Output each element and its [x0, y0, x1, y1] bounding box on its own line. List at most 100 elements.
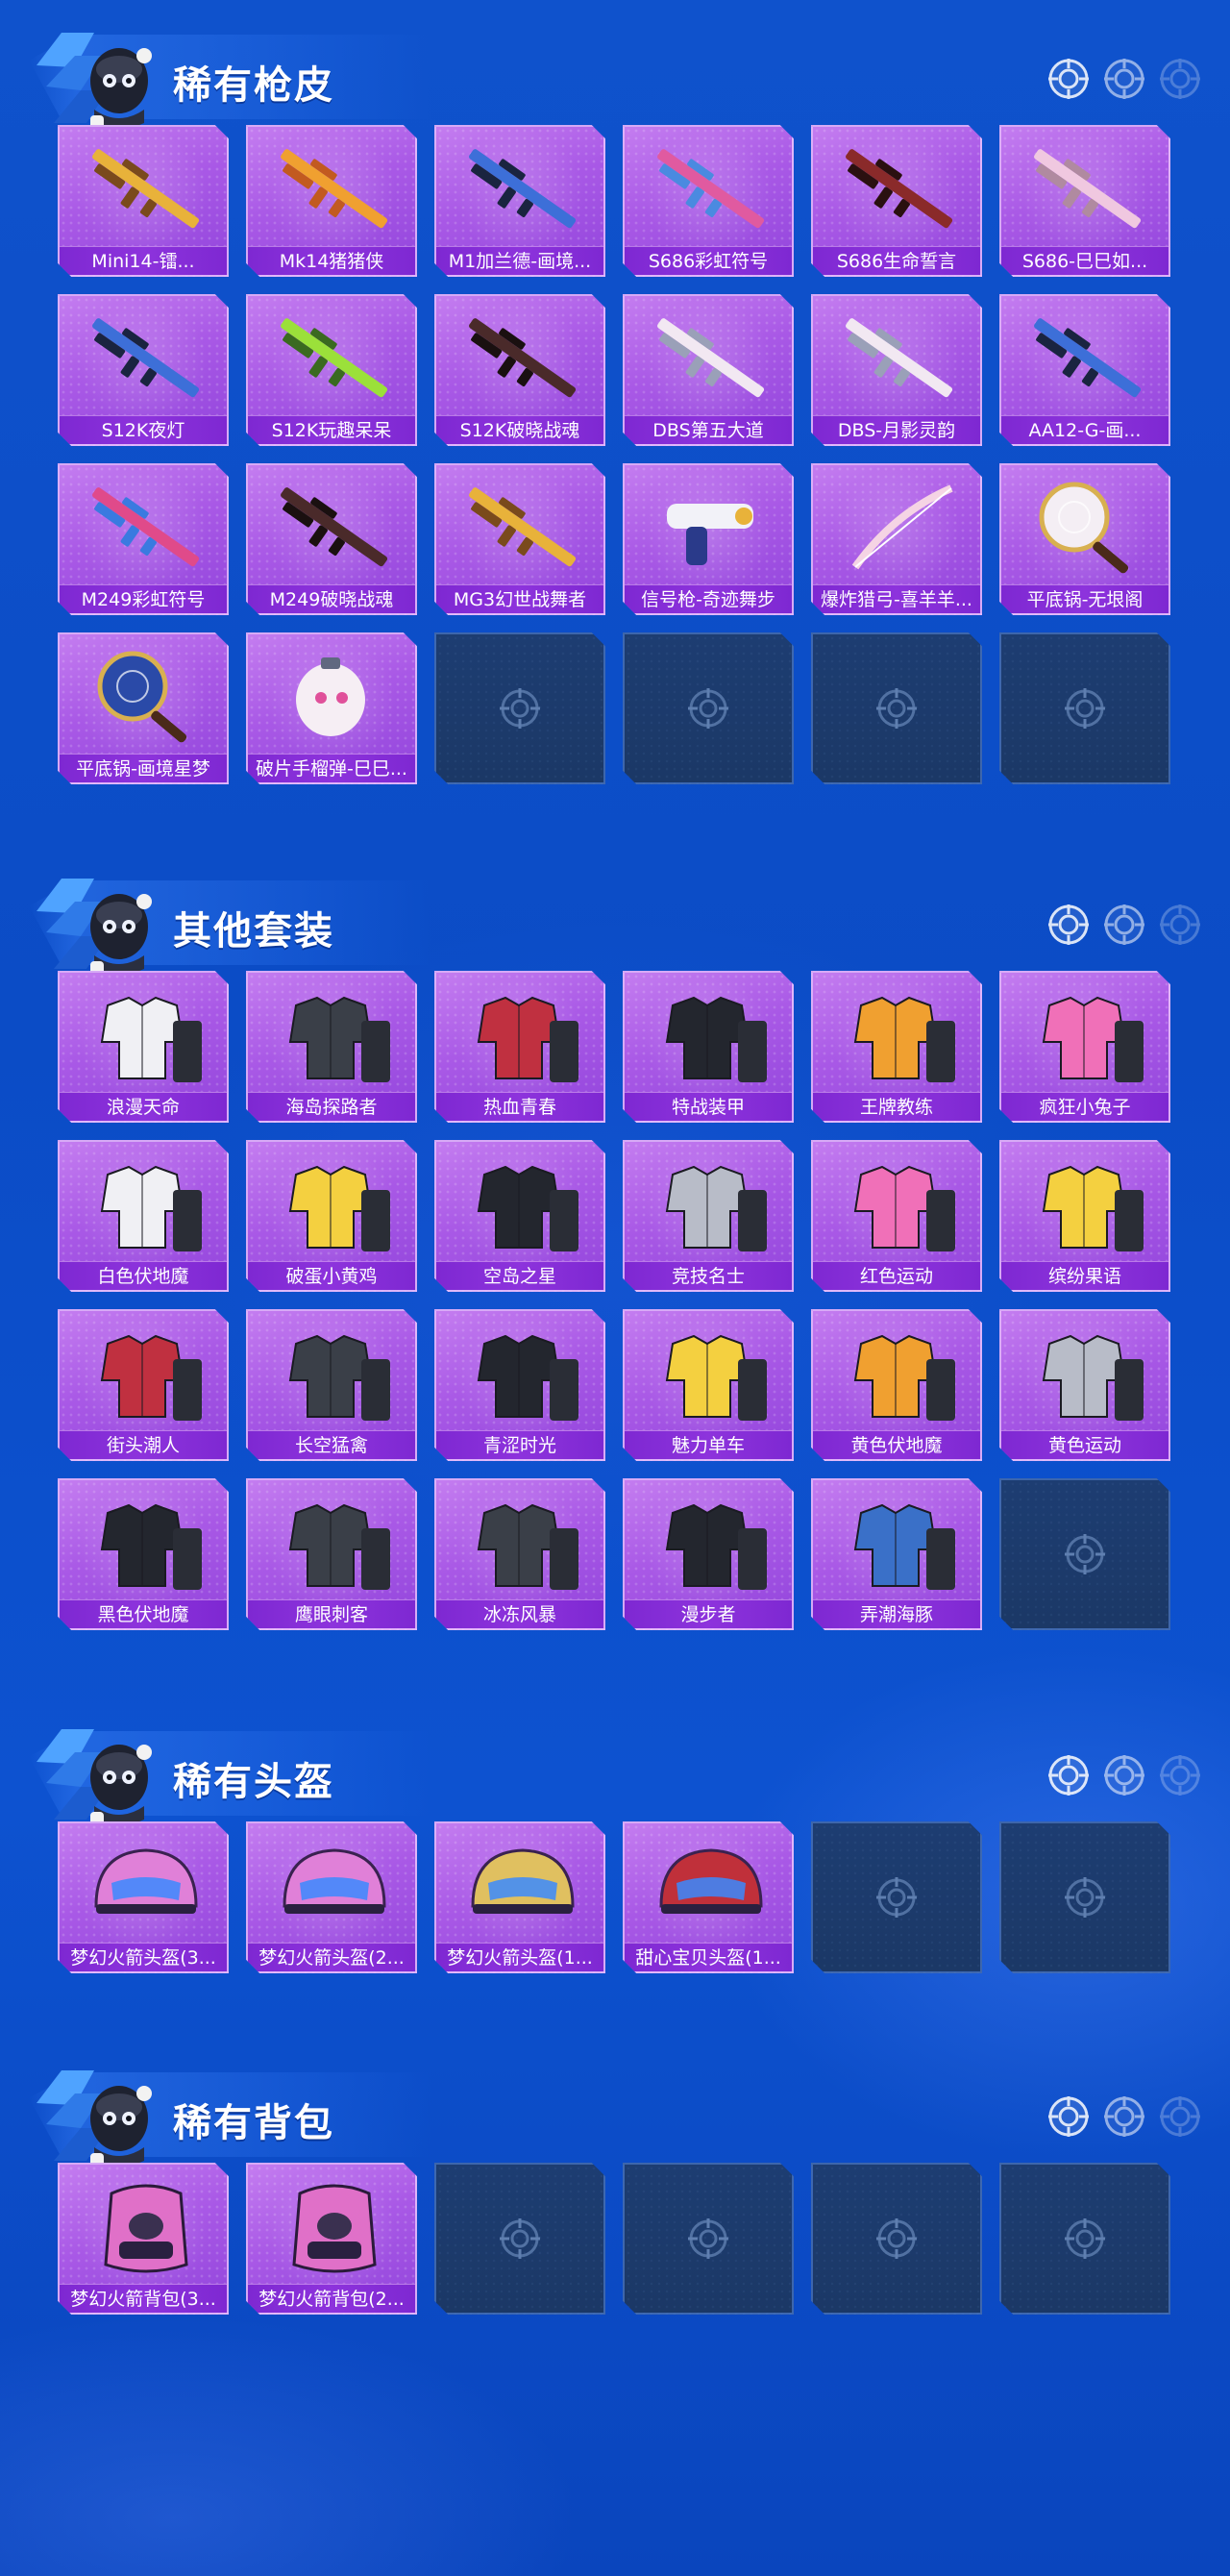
- item-slot[interactable]: 漫步者: [623, 1478, 794, 1630]
- item-slot[interactable]: 竞技名士: [623, 1140, 794, 1292]
- item-slot[interactable]: 白色伏地魔: [58, 1140, 229, 1292]
- item-slot[interactable]: M249破晓战魂: [246, 463, 417, 615]
- section-2: 其他套装 浪漫天命 海岛探路者 热血青春 特战装甲 王牌教练 疯狂小兔子 白色伏地魔 破蛋小黄鸡…: [0, 846, 1230, 1630]
- pan-blue-icon: [97, 651, 187, 743]
- crosshair-icon: [1160, 2096, 1200, 2137]
- item-label: 疯狂小兔子: [1001, 1092, 1168, 1121]
- item-slot[interactable]: 魅力单车: [623, 1309, 794, 1461]
- item-slot[interactable]: M1加兰德-画境...: [434, 125, 605, 277]
- item-slot[interactable]: 浪漫天命: [58, 971, 229, 1123]
- item-slot[interactable]: 梦幻火箭背包(2...: [246, 2163, 417, 2315]
- crosshair-icon: [1104, 1755, 1144, 1796]
- pan-white-icon: [1039, 482, 1129, 574]
- item-slot[interactable]: 弄潮海豚: [811, 1478, 982, 1630]
- item-label: 梦幻火箭背包(3...: [60, 2284, 227, 2313]
- item-slot[interactable]: S12K玩趣呆呆: [246, 294, 417, 446]
- item-label: 弄潮海豚: [813, 1599, 980, 1628]
- item-label: M249彩虹符号: [60, 584, 227, 613]
- item-slot[interactable]: S12K破晓战魂: [434, 294, 605, 446]
- item-slot[interactable]: S686彩虹符号: [623, 125, 794, 277]
- crosshair-decorations: [1047, 904, 1201, 946]
- item-slot[interactable]: 街头潮人: [58, 1309, 229, 1461]
- item-label: 漫步者: [625, 1599, 792, 1628]
- item-slot[interactable]: 王牌教练: [811, 971, 982, 1123]
- section-header: 稀有头盔: [0, 1697, 1230, 1827]
- item-grid: 浪漫天命 海岛探路者 热血青春 特战装甲 王牌教练 疯狂小兔子白色伏地魔 破蛋小黄鸡 空岛之星…: [58, 971, 1172, 1630]
- item-slot[interactable]: 长空猛禽: [246, 1309, 417, 1461]
- item-slot[interactable]: 甜心宝贝头盔(1...: [623, 1821, 794, 1973]
- mascot-icon: [37, 33, 152, 131]
- crosshair-icon: [1160, 1755, 1200, 1796]
- item-grid: 梦幻火箭背包(3... 梦幻火箭背包(2...: [58, 2163, 1172, 2315]
- helmet-small-icon: [471, 1848, 575, 1914]
- item-label: 长空猛禽: [248, 1430, 415, 1459]
- item-slot[interactable]: S686生命誓言: [811, 125, 982, 277]
- outfit-pink-icon: [853, 1165, 955, 1251]
- item-slot[interactable]: 梦幻火箭头盔(2...: [246, 1821, 417, 1973]
- rifle-orange-icon: [281, 149, 388, 229]
- item-slot[interactable]: DBS-月影灵韵: [811, 294, 982, 446]
- item-slot[interactable]: M249彩虹符号: [58, 463, 229, 615]
- item-slot[interactable]: 青涩时光: [434, 1309, 605, 1461]
- item-label: DBS第五大道: [625, 415, 792, 444]
- backpack-pink-icon: [292, 2184, 377, 2273]
- item-label: 信号枪-奇迹舞步: [625, 584, 792, 613]
- shotgun-rainbow-icon: [657, 149, 765, 229]
- grenade-icon: [296, 657, 365, 736]
- crosshair-icon: [1048, 904, 1089, 945]
- outfit-orange-icon: [853, 996, 955, 1082]
- item-slot[interactable]: 平底锅-画境星梦: [58, 632, 229, 784]
- item-slot[interactable]: 海岛探路者: [246, 971, 417, 1123]
- item-slot[interactable]: 黄色伏地魔: [811, 1309, 982, 1461]
- item-slot[interactable]: 爆炸猎弓-喜羊羊...: [811, 463, 982, 615]
- outfit-yellow-icon: [665, 1334, 767, 1421]
- item-slot[interactable]: 热血青春: [434, 971, 605, 1123]
- item-slot[interactable]: 黄色运动: [999, 1309, 1170, 1461]
- item-slot[interactable]: 疯狂小兔子: [999, 971, 1170, 1123]
- item-label: S12K玩趣呆呆: [248, 415, 415, 444]
- item-label: 梦幻火箭头盔(3...: [60, 1943, 227, 1971]
- item-label: 甜心宝贝头盔(1...: [625, 1943, 792, 1971]
- item-slot[interactable]: MG3幻世战舞者: [434, 463, 605, 615]
- outfit-dark-icon: [288, 1334, 390, 1421]
- item-slot[interactable]: 平底锅-无垠阁: [999, 463, 1170, 615]
- item-label: 竞技名士: [625, 1261, 792, 1290]
- crosshair-placeholder-icon: [1065, 1534, 1105, 1574]
- item-slot[interactable]: 破片手榴弹-巳巳...: [246, 632, 417, 784]
- item-slot[interactable]: 梦幻火箭背包(3...: [58, 2163, 229, 2315]
- outfit-dark-icon: [288, 1503, 390, 1590]
- item-slot[interactable]: Mini14-镭...: [58, 125, 229, 277]
- item-slot[interactable]: 梦幻火箭头盔(1...: [434, 1821, 605, 1973]
- item-slot[interactable]: 信号枪-奇迹舞步: [623, 463, 794, 615]
- outfit-black-icon: [665, 996, 767, 1082]
- rifle-gold-icon: [92, 149, 200, 229]
- item-slot[interactable]: S686-巳巳如...: [999, 125, 1170, 277]
- item-slot[interactable]: 鹰眼刺客: [246, 1478, 417, 1630]
- item-label: 缤纷果语: [1001, 1261, 1168, 1290]
- item-grid: 梦幻火箭头盔(3... 梦幻火箭头盔(2... 梦幻火箭头盔(1... 甜心宝贝头盔(…: [58, 1821, 1172, 1973]
- rifle-dark-icon: [281, 487, 388, 567]
- item-slot[interactable]: 红色运动: [811, 1140, 982, 1292]
- empty-slot: [999, 2163, 1170, 2315]
- item-slot[interactable]: AA12-G-画...: [999, 294, 1170, 446]
- item-slot[interactable]: 特战装甲: [623, 971, 794, 1123]
- item-slot[interactable]: 空岛之星: [434, 1140, 605, 1292]
- item-slot[interactable]: S12K夜灯: [58, 294, 229, 446]
- item-slot[interactable]: 缤纷果语: [999, 1140, 1170, 1292]
- crosshair-placeholder-icon: [500, 688, 540, 729]
- item-label: Mini14-镭...: [60, 246, 227, 275]
- crosshair-icon: [1160, 59, 1200, 99]
- item-label: 黑色伏地魔: [60, 1599, 227, 1628]
- item-slot[interactable]: 梦幻火箭头盔(3...: [58, 1821, 229, 1973]
- item-slot[interactable]: 黑色伏地魔: [58, 1478, 229, 1630]
- item-slot[interactable]: 破蛋小黄鸡: [246, 1140, 417, 1292]
- outfit-black-icon: [100, 1503, 202, 1590]
- empty-slot: [999, 1821, 1170, 1973]
- item-slot[interactable]: Mk14猪猪侠: [246, 125, 417, 277]
- item-label: 海岛探路者: [248, 1092, 415, 1121]
- outfit-blue-icon: [853, 1503, 955, 1590]
- item-slot[interactable]: DBS第五大道: [623, 294, 794, 446]
- item-slot[interactable]: 冰冻风暴: [434, 1478, 605, 1630]
- outfit-black-icon: [665, 1503, 767, 1590]
- empty-slot: [623, 2163, 794, 2315]
